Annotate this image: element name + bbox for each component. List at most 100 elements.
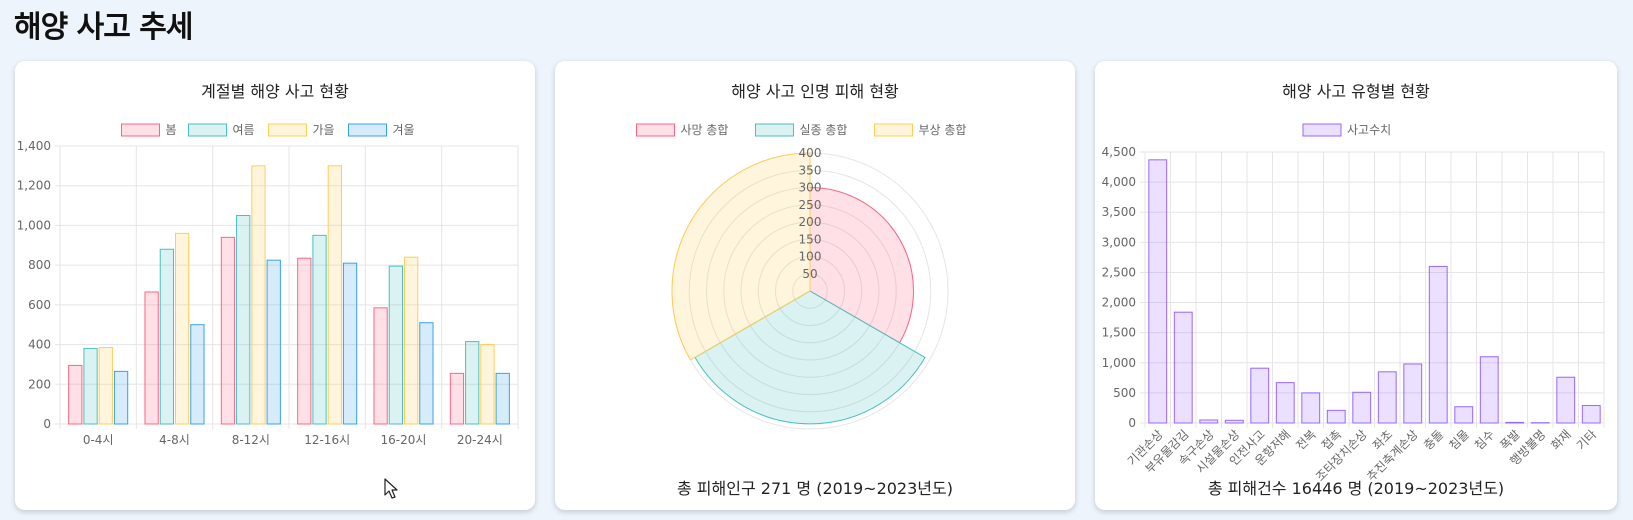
season-bar [98,347,113,425]
season-xtick-label: 12-16시 [304,433,350,447]
legend-swatch-3 [348,123,387,137]
type-ytick-label: 4,500 [1102,145,1136,159]
season-xtick-label: 16-20시 [381,433,427,447]
season-bar [404,256,419,425]
type-ytick-label: 3,500 [1102,205,1136,219]
season-bar [373,307,388,425]
season-ytick-label: 1,200 [17,179,51,193]
type-chart-card: 해양 사고 유형별 현황 사고수치 0 500 1,000 1,500 2,000 2,50… [1095,61,1617,510]
legend-swatch-0 [1302,123,1342,137]
type-xtick-label: 기타 [1574,427,1600,453]
type-bar [1148,159,1168,424]
type-bar-chart: 사고수치 0 500 1,000 1,500 2,000 2,500 3,000 3,500 4,… [1102,123,1605,484]
type-bar [1403,363,1423,424]
season-bar [419,322,434,425]
polar-rtick-label: 250 [799,198,822,212]
type-ytick-label: 4,000 [1102,175,1136,189]
season-bar [495,372,510,425]
polar-rtick-label: 50 [802,267,817,281]
season-xtick-label: 0-4시 [83,433,114,447]
season-bar [342,262,358,425]
season-xtick-label: 8-12시 [232,433,270,447]
season-bar [236,215,251,425]
casualty-total-text: 총 피해인구 271 명 (2019~2023년도) [677,479,953,498]
type-bar [1479,356,1499,424]
type-xtick-label: 화재 [1548,427,1574,453]
polar-rtick-label: 350 [799,163,822,177]
season-ytick-label: 600 [28,298,51,312]
polar-rtick-label: 300 [799,181,822,195]
season-ytick-label: 1,400 [17,139,51,153]
legend-label-1: 여름 [233,123,255,137]
season-bar [465,341,480,425]
season-xtick-label: 4-8시 [159,433,190,447]
polar-rtick-label: 400 [799,146,822,160]
type-total-text: 총 피해건수 16446 명 (2019~2023년도) [1207,479,1505,498]
type-bar [1301,392,1321,424]
season-bar [251,165,266,425]
season-bar [297,257,312,425]
type-bar [1505,421,1525,424]
legend-label-2: 가을 [313,123,335,137]
legend-swatch-0 [636,123,675,137]
season-ytick-label: 200 [28,377,51,391]
legend-swatch-2 [268,123,307,137]
legend-swatch-1 [188,123,227,137]
type-bar [1173,311,1193,424]
type-ytick-label: 2,500 [1102,265,1136,279]
legend-swatch-0 [121,123,160,137]
type-ytick-label: 500 [1113,386,1136,400]
season-ytick-label: 0 [43,417,51,431]
season-bar [144,291,159,425]
season-ytick-label: 800 [28,258,51,272]
type-ytick-label: 0 [1128,416,1136,430]
type-bar [1377,371,1397,424]
season-bar [175,232,190,425]
type-ytick-label: 1,500 [1102,326,1136,340]
legend-swatch-1 [755,123,794,137]
season-bar [220,236,236,425]
season-chart-card: 계절별 해양 사고 현황 봄 여름 가을 겨울 0 200 400 600 800 1,000 1,… [15,61,535,510]
type-ytick-label: 3,000 [1102,235,1136,249]
casualty-polar-chart: 사망 총합 실종 총합 부상 총합 50 100 150 200 250 300 350 400 [636,123,966,430]
season-bar [113,370,129,425]
page-title: 해양 사고 추세 [14,10,193,45]
season-bar [159,248,175,425]
legend-label-0: 사망 총합 [681,123,729,137]
type-bar [1581,405,1601,424]
season-bar [480,344,495,425]
season-bar [327,165,342,425]
type-bar [1326,409,1346,424]
type-bar [1428,265,1448,424]
polar-rtick-label: 100 [799,250,822,264]
type-xtick-label: 침수 [1472,427,1498,453]
type-bar [1224,419,1244,424]
type-xtick-label: 침몰 [1446,427,1472,453]
type-bar [1199,419,1219,424]
type-bar [1250,367,1270,424]
season-ytick-label: 1,000 [17,218,51,232]
type-bar [1352,391,1372,424]
season-bar-chart: 봄 여름 가을 겨울 0 200 400 600 800 1,000 1,200 1,400 0-4시 4… [17,123,519,447]
season-bar [449,372,465,425]
mouse-cursor-icon [384,478,398,499]
legend-label-1: 실종 총합 [800,123,848,137]
season-bar [312,234,327,425]
polar-rtick-label: 200 [799,215,822,229]
type-bar [1275,382,1295,424]
type-xtick-label: 충돌 [1421,427,1447,453]
type-bar [1454,406,1474,424]
polar-rtick-label: 150 [799,232,822,246]
season-bar [83,348,98,425]
type-ytick-label: 2,000 [1102,296,1136,310]
legend-label-3: 겨울 [393,123,415,137]
season-bar [68,364,83,425]
season-ytick-label: 400 [28,338,51,352]
type-bar [1556,376,1576,424]
season-xtick-label: 20-24시 [457,433,503,447]
legend-swatch-2 [874,123,913,137]
type-ytick-label: 1,000 [1102,356,1136,370]
legend-label-0: 봄 [166,123,177,137]
season-bar [266,259,281,425]
type-xtick-label: 전복 [1293,427,1319,453]
